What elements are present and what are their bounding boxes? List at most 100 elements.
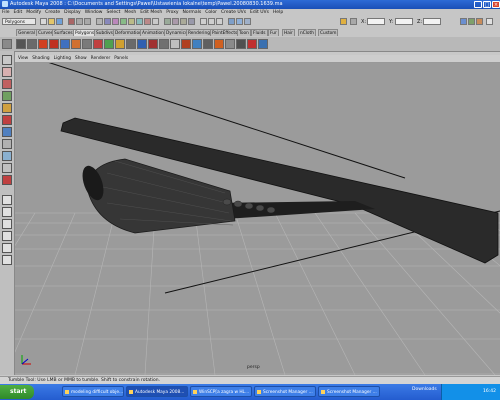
poly-plane-icon[interactable] xyxy=(60,39,70,49)
extract-icon[interactable] xyxy=(104,39,114,49)
tab-rendering[interactable]: Rendering xyxy=(186,29,212,36)
mask-joint-icon[interactable] xyxy=(104,18,111,25)
tab-ncloth[interactable]: nCloth xyxy=(298,29,316,36)
append-polygon-icon[interactable] xyxy=(170,39,180,49)
menu-select[interactable]: Select xyxy=(106,9,120,16)
z-input[interactable] xyxy=(423,18,441,25)
input-line-mode-icon[interactable] xyxy=(340,18,347,25)
select-component-icon[interactable] xyxy=(84,18,91,25)
single-perspective-layout-icon[interactable] xyxy=(2,195,12,205)
show-attribute-editor-icon[interactable] xyxy=(460,18,467,25)
menu-create-uvs[interactable]: Create UVs xyxy=(221,9,246,16)
tab-painteffects[interactable]: PaintEffects xyxy=(210,29,240,36)
downloads-toolbar[interactable]: Downloads xyxy=(412,387,437,392)
tab-polygons[interactable]: Polygons xyxy=(73,29,97,36)
minimize-button[interactable]: _ xyxy=(474,1,482,8)
insert-edge-loop-icon[interactable] xyxy=(192,39,202,49)
hypershade-layout-icon[interactable] xyxy=(2,243,12,253)
snap-grid-icon[interactable] xyxy=(164,18,171,25)
boolean-union-icon[interactable] xyxy=(115,39,125,49)
split-polygon-icon[interactable] xyxy=(181,39,191,49)
select-tool-icon[interactable] xyxy=(2,55,12,65)
tab-hair[interactable]: Hair xyxy=(282,29,295,36)
menu-file[interactable]: File xyxy=(2,9,10,16)
offset-edge-loop-icon[interactable] xyxy=(203,39,213,49)
mask-handle-icon[interactable] xyxy=(96,18,103,25)
tab-animation[interactable]: Animation xyxy=(140,29,166,36)
new-scene-icon[interactable] xyxy=(40,18,47,25)
show-tool-settings-icon[interactable] xyxy=(468,18,475,25)
smooth-icon[interactable] xyxy=(126,39,136,49)
persp-trax-layout-icon[interactable] xyxy=(2,255,12,265)
history-icon[interactable] xyxy=(200,18,207,25)
triangulate-icon[interactable] xyxy=(236,39,246,49)
menu-modify[interactable]: Modify xyxy=(26,9,41,16)
taskbar-button-winscp[interactable]: WinSCP[a zagra w HL... xyxy=(190,386,252,397)
menu-window[interactable]: Window xyxy=(85,9,103,16)
tab-surfaces[interactable]: Surfaces xyxy=(52,29,75,36)
paint-select-tool-icon[interactable] xyxy=(2,79,12,89)
extrude-icon[interactable] xyxy=(148,39,158,49)
extra-tool-icon[interactable] xyxy=(2,175,12,185)
menu-edit[interactable]: Edit xyxy=(14,9,23,16)
mask-curve-icon[interactable] xyxy=(112,18,119,25)
merge-vertices-icon[interactable] xyxy=(214,39,224,49)
persp-outliner-layout-icon[interactable] xyxy=(2,219,12,229)
show-channel-box-icon[interactable] xyxy=(476,18,483,25)
poly-cylinder-icon[interactable] xyxy=(38,39,48,49)
mask-surface-icon[interactable] xyxy=(120,18,127,25)
mask-misc-icon[interactable] xyxy=(152,18,159,25)
taskbar-button-screenshot-1[interactable]: Screenshot Manager ... xyxy=(254,386,316,397)
uv-editor-icon[interactable] xyxy=(258,39,268,49)
rotate-tool-icon[interactable] xyxy=(2,103,12,113)
panel-menu-show[interactable]: Show xyxy=(75,55,87,62)
output-ops-icon[interactable] xyxy=(216,18,223,25)
select-object-icon[interactable] xyxy=(76,18,83,25)
menu-proxy[interactable]: Proxy xyxy=(166,9,178,16)
mask-render-icon[interactable] xyxy=(144,18,151,25)
move-tool-icon[interactable] xyxy=(2,91,12,101)
select-hierarchy-icon[interactable] xyxy=(68,18,75,25)
render-settings-icon[interactable] xyxy=(244,18,251,25)
menu-help[interactable]: Help xyxy=(273,9,283,16)
combine-icon[interactable] xyxy=(82,39,92,49)
poly-sphere-icon[interactable] xyxy=(16,39,26,49)
menu-edit-uvs[interactable]: Edit UVs xyxy=(250,9,269,16)
mirror-geometry-icon[interactable] xyxy=(137,39,147,49)
taskbar-button-modeling[interactable]: modeling difficult obje... xyxy=(62,386,124,397)
soft-modification-icon[interactable] xyxy=(2,139,12,149)
taskbar-button-screenshot-2[interactable]: Screenshot Manager ... xyxy=(318,386,380,397)
last-tool-icon[interactable] xyxy=(2,163,12,173)
open-scene-icon[interactable] xyxy=(48,18,55,25)
menu-color[interactable]: Color xyxy=(205,9,217,16)
snap-point-icon[interactable] xyxy=(180,18,187,25)
bevel-icon[interactable] xyxy=(225,39,235,49)
tab-fur[interactable]: Fur xyxy=(268,29,279,36)
menu-set-dropdown[interactable]: Polygons xyxy=(2,18,36,25)
panel-menu-panels[interactable]: Panels xyxy=(114,55,128,62)
show-manipulator-icon[interactable] xyxy=(2,151,12,161)
mask-deform-icon[interactable] xyxy=(128,18,135,25)
separate-icon[interactable] xyxy=(93,39,103,49)
tab-fluids[interactable]: Fluids xyxy=(251,29,268,36)
scale-tool-icon[interactable] xyxy=(2,115,12,125)
tab-general[interactable]: General xyxy=(16,29,37,36)
maximize-button[interactable]: □ xyxy=(483,1,491,8)
close-button[interactable]: × xyxy=(492,1,500,8)
perspective-viewport[interactable]: persp xyxy=(15,63,500,375)
poly-torus-icon[interactable] xyxy=(71,39,81,49)
render-frame-icon[interactable] xyxy=(228,18,235,25)
input-ops-icon[interactable] xyxy=(208,18,215,25)
menu-mesh[interactable]: Mesh xyxy=(124,9,136,16)
panel-menu-lighting[interactable]: Lighting xyxy=(54,55,71,62)
snap-curve-icon[interactable] xyxy=(172,18,179,25)
y-input[interactable] xyxy=(395,18,413,25)
panel-menu-renderer[interactable]: Renderer xyxy=(91,55,111,62)
menu-normals[interactable]: Normals xyxy=(183,9,202,16)
layout-toggle-icon[interactable] xyxy=(486,18,493,25)
universal-manipulator-icon[interactable] xyxy=(2,127,12,137)
x-input[interactable] xyxy=(367,18,385,25)
save-scene-icon[interactable] xyxy=(56,18,63,25)
quadrangulate-icon[interactable] xyxy=(247,39,257,49)
tab-custom[interactable]: Custom xyxy=(318,29,339,36)
